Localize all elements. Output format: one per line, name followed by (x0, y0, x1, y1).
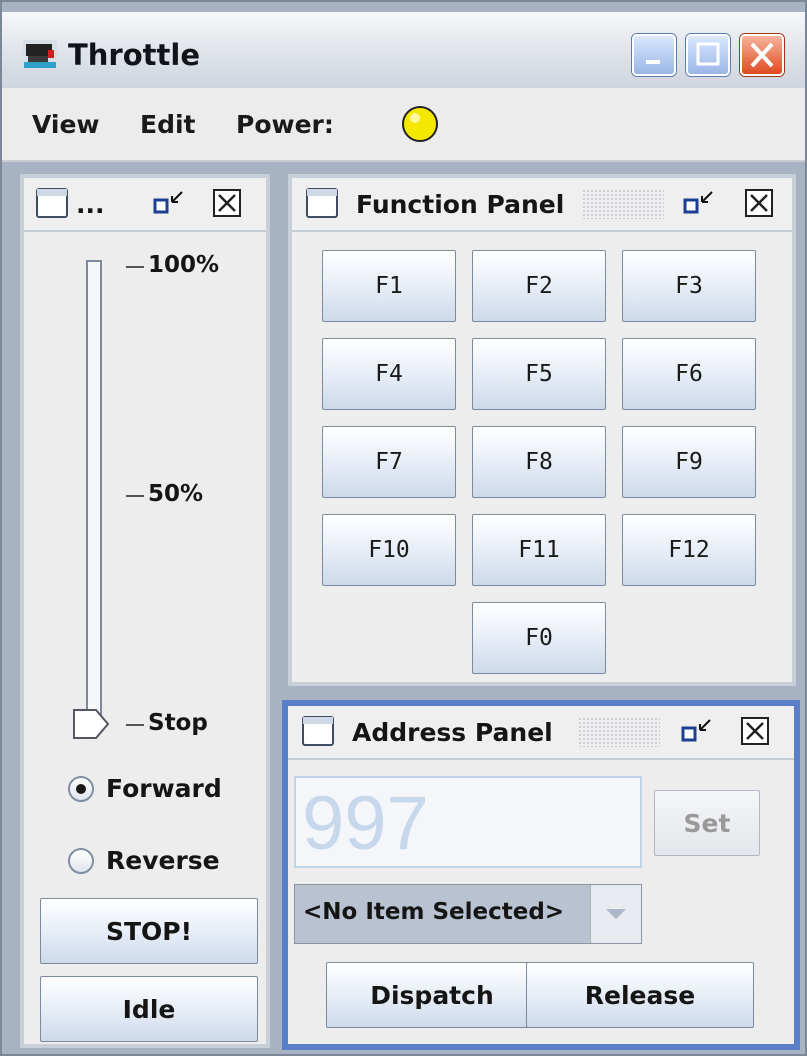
function-button-f12[interactable]: F12 (622, 514, 756, 586)
speed-slider[interactable] (86, 260, 106, 726)
title-bar[interactable]: Throttle (2, 12, 805, 89)
frame-icon (302, 716, 334, 746)
function-panel-title: Function Panel (356, 190, 565, 219)
forward-label[interactable]: Forward (106, 774, 222, 803)
iconify-icon[interactable] (152, 188, 184, 220)
iconify-icon[interactable] (680, 716, 712, 748)
frame-icon (306, 188, 338, 218)
speed-panel-title: ... (76, 190, 105, 219)
function-button-f5[interactable]: F5 (472, 338, 606, 410)
reverse-label[interactable]: Reverse (106, 846, 220, 875)
close-frame-icon[interactable] (740, 716, 772, 748)
menu-edit[interactable]: Edit (140, 110, 196, 139)
close-frame-icon[interactable] (212, 188, 244, 220)
radio-forward[interactable] (68, 776, 94, 802)
address-panel-title: Address Panel (352, 718, 553, 747)
tick-label-stop: Stop (148, 710, 208, 736)
dispatch-button[interactable]: Dispatch (326, 962, 538, 1028)
frame-icon (36, 188, 68, 218)
address-panel-header[interactable]: Address Panel (288, 706, 794, 760)
stop-button[interactable]: STOP! (40, 898, 258, 964)
function-button-f7[interactable]: F7 (322, 426, 456, 498)
address-input[interactable]: 997 (294, 776, 642, 868)
address-value: 997 (302, 781, 429, 866)
window-title: Throttle (68, 38, 200, 72)
tick-50 (126, 495, 144, 497)
function-button-f8[interactable]: F8 (472, 426, 606, 498)
close-button[interactable] (740, 34, 784, 76)
function-button-f4[interactable]: F4 (322, 338, 456, 410)
maximize-icon (696, 42, 720, 66)
tick-label-50: 50% (148, 481, 204, 507)
tick-100 (126, 266, 144, 268)
function-panel: Function Panel F1 F2 F3 F4 F5 F6 F7 F8 F9 F10 F11 F… (288, 174, 796, 686)
slider-thumb[interactable] (72, 706, 122, 746)
roster-selected-value: <No Item Selected> (303, 899, 565, 925)
menu-power[interactable]: Power: (236, 110, 334, 139)
throttle-window: Throttle View Edit Power: ... 100% 50% S… (0, 0, 807, 1056)
function-button-f2[interactable]: F2 (472, 250, 606, 322)
idle-button[interactable]: Idle (40, 976, 258, 1042)
address-panel: Address Panel 997 Set <No Item Selected>… (282, 700, 800, 1050)
release-button[interactable]: Release (526, 962, 754, 1028)
function-button-f9[interactable]: F9 (622, 426, 756, 498)
maximize-button[interactable] (686, 34, 730, 76)
minimize-button[interactable] (632, 34, 676, 76)
set-button[interactable]: Set (654, 790, 760, 856)
title-grip (582, 189, 664, 219)
function-button-f10[interactable]: F10 (322, 514, 456, 586)
close-icon (750, 42, 774, 68)
title-grip (578, 717, 660, 747)
tick-label-100: 100% (148, 252, 220, 278)
function-button-f1[interactable]: F1 (322, 250, 456, 322)
roster-dropdown-arrow[interactable] (590, 885, 641, 943)
function-button-f11[interactable]: F11 (472, 514, 606, 586)
power-status-icon[interactable] (400, 104, 440, 144)
minimize-icon (646, 60, 660, 64)
function-button-f6[interactable]: F6 (622, 338, 756, 410)
function-button-f0[interactable]: F0 (472, 602, 606, 674)
speed-panel-header[interactable]: ... (24, 178, 266, 232)
function-button-f3[interactable]: F3 (622, 250, 756, 322)
iconify-icon[interactable] (682, 188, 714, 220)
locomotive-icon (23, 40, 57, 68)
close-frame-icon[interactable] (744, 188, 776, 220)
tick-stop (126, 724, 144, 726)
slider-track (86, 260, 102, 726)
menu-view[interactable]: View (32, 110, 100, 139)
function-panel-header[interactable]: Function Panel (292, 178, 792, 232)
speed-panel: ... 100% 50% Stop Forward Reverse STOP! … (20, 174, 270, 1048)
radio-reverse[interactable] (68, 848, 94, 874)
roster-combobox[interactable]: <No Item Selected> (294, 884, 642, 944)
chevron-down-icon (606, 909, 626, 919)
radio-forward-dot (76, 784, 86, 794)
